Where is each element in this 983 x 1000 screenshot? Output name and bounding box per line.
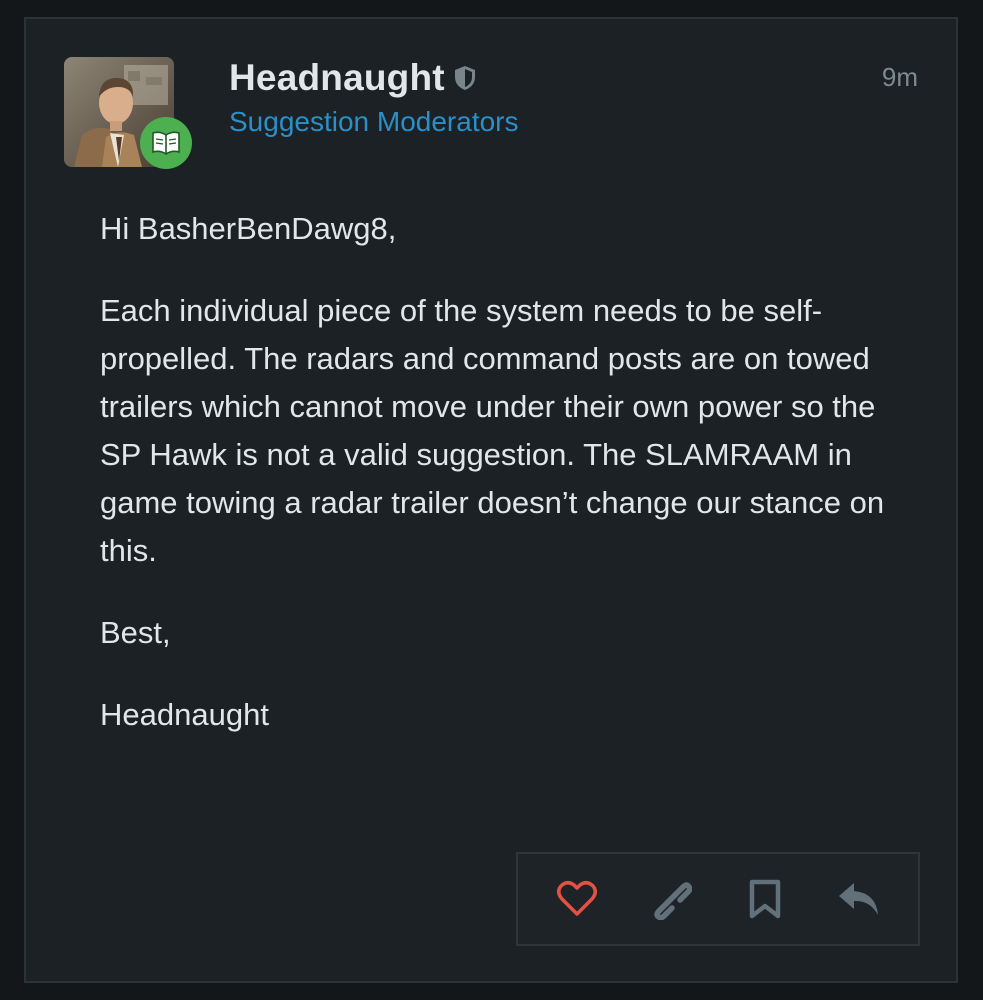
bookmark-button[interactable] bbox=[735, 869, 795, 929]
author-row: Headnaught bbox=[229, 57, 477, 99]
link-icon bbox=[654, 882, 692, 920]
book-icon bbox=[152, 131, 180, 155]
closing-text: Best, bbox=[100, 615, 171, 650]
post-body: Hi BasherBenDawg8, Each individual piece… bbox=[100, 205, 900, 773]
like-button[interactable] bbox=[547, 869, 607, 929]
post-card: Headnaught Suggestion Moderators 9m Hi B… bbox=[24, 17, 958, 983]
usergroup-link[interactable]: Suggestion Moderators bbox=[229, 106, 519, 138]
heart-icon bbox=[556, 880, 598, 916]
shield-icon bbox=[453, 64, 477, 97]
avatar-wrapper[interactable] bbox=[64, 57, 192, 169]
user-flair bbox=[140, 117, 192, 169]
share-link-button[interactable] bbox=[641, 869, 701, 929]
bookmark-icon bbox=[749, 879, 781, 919]
body-paragraph: Each individual piece of the system need… bbox=[100, 293, 885, 568]
username[interactable]: Headnaught bbox=[229, 57, 445, 99]
signature-text: Headnaught bbox=[100, 697, 269, 732]
reply-icon bbox=[839, 883, 878, 915]
greeting-text: Hi BasherBenDawg8, bbox=[100, 211, 397, 246]
post-actions bbox=[516, 852, 920, 946]
reply-button[interactable] bbox=[829, 869, 889, 929]
post-date[interactable]: 9m bbox=[882, 62, 918, 93]
